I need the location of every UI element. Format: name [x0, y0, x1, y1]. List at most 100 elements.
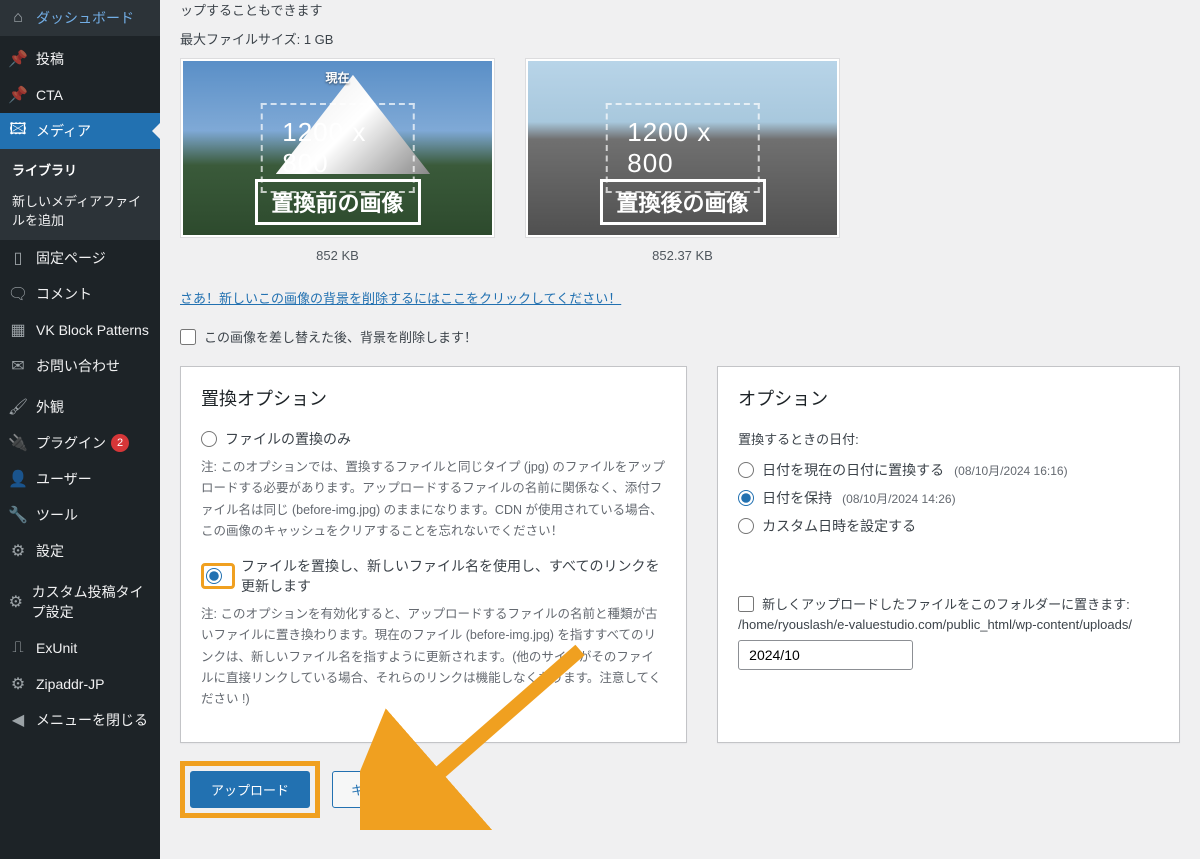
sidebar-item-pages[interactable]: ▯ 固定ページ	[0, 240, 160, 276]
page-icon: ▯	[8, 248, 28, 268]
user-icon: 👤	[8, 469, 28, 489]
replace-options-title: 置換オプション	[201, 385, 666, 411]
sidebar-item-label: Zipaddr-JP	[36, 676, 104, 692]
sidebar-item-label: メディア	[36, 121, 91, 141]
max-filesize: 最大ファイルサイズ: 1 GB	[180, 29, 1180, 48]
sidebar-item-contact[interactable]: ✉ お問い合わせ	[0, 348, 160, 384]
sidebar-item-comments[interactable]: 🗨 コメント	[0, 276, 160, 312]
sidebar-item-label: 固定ページ	[36, 248, 106, 268]
remove-bg-link[interactable]: さあ！新しいこの画像の背景を削除するにはここをクリックしてください！	[180, 288, 621, 307]
date-custom-radio[interactable]	[738, 518, 754, 534]
comment-icon: 🗨	[8, 284, 28, 304]
folder-checkbox[interactable]	[738, 596, 754, 612]
sidebar-item-posts[interactable]: 📌 投稿	[0, 41, 160, 77]
sidebar-item-label: プラグイン	[36, 433, 106, 453]
pin-icon: 📌	[8, 49, 28, 69]
date-keep-value: (08/10月/2024 14:26)	[842, 490, 955, 507]
options-title: オプション	[738, 385, 1159, 411]
date-custom-label: カスタム日時を設定する	[762, 516, 916, 536]
sidebar-submenu: ライブラリ 新しいメディアファイルを追加	[0, 149, 160, 240]
replace-only-radio[interactable]	[201, 431, 217, 447]
sidebar-item-cpt[interactable]: ⚙ カスタム投稿タイプ設定	[0, 574, 160, 630]
submenu-library[interactable]: ライブラリ	[0, 154, 160, 185]
sidebar-item-label: ExUnit	[36, 640, 77, 656]
sidebar-item-zipaddr[interactable]: ⚙ Zipaddr-JP	[0, 666, 160, 702]
cancel-button[interactable]: キャンセル	[332, 771, 435, 808]
pin-icon: 📌	[8, 85, 28, 105]
remove-bg-label: この画像を差し替えた後、背景を削除します！	[204, 327, 477, 346]
sidebar-item-label: メニューを閉じる	[36, 710, 148, 730]
sidebar-item-vk[interactable]: ▦ VK Block Patterns	[0, 312, 160, 348]
thumb-current-label: 現在	[325, 69, 349, 86]
thumb-filesize: 852.37 KB	[652, 248, 713, 263]
main-content: ップすることもできます 最大ファイルサイズ: 1 GB 現在 1200 x 80…	[160, 0, 1200, 859]
date-keep-label: 日付を保持	[762, 488, 832, 508]
gear-icon: ⚙	[8, 674, 28, 694]
sidebar-item-dashboard[interactable]: ⌂ ダッシュボード	[0, 0, 160, 36]
thumb-filesize: 852 KB	[316, 248, 359, 263]
sidebar-item-label: ユーザー	[36, 469, 92, 489]
sidebar-item-label: CTA	[36, 87, 63, 103]
thumb-before: 現在 1200 x 800 置換前の画像	[180, 58, 495, 238]
update-badge: 2	[111, 434, 129, 452]
sidebar-item-label: カスタム投稿タイプ設定	[32, 582, 152, 622]
date-replace-radio[interactable]	[738, 462, 754, 478]
highlight-box	[201, 563, 235, 589]
sidebar-item-label: お問い合わせ	[36, 356, 120, 376]
sidebar-item-appearance[interactable]: 🖌 外観	[0, 389, 160, 425]
gear-icon: ⚙	[8, 592, 24, 612]
intro-text: ップすることもできます	[180, 0, 1180, 19]
sidebar-item-label: 外観	[36, 397, 64, 417]
sidebar-item-label: 投稿	[36, 49, 64, 69]
dashboard-icon: ⌂	[8, 8, 28, 28]
sidebar-item-cta[interactable]: 📌 CTA	[0, 77, 160, 113]
folder-label: 新しくアップロードしたファイルをこのフォルダーに置きます:	[762, 594, 1130, 613]
replace-rename-note: 注: このオプションを有効化すると、アップロードするファイルの名前と種類が古いフ…	[201, 604, 666, 710]
folder-input[interactable]	[738, 640, 913, 670]
sidebar-item-exunit[interactable]: ⎍ ExUnit	[0, 630, 160, 666]
remove-bg-checkbox-row: この画像を差し替えた後、背景を削除します！	[180, 327, 1180, 346]
remove-bg-checkbox[interactable]	[180, 329, 196, 345]
brush-icon: 🖌	[8, 397, 28, 417]
replace-options-panel: 置換オプション ファイルの置換のみ 注: このオプションでは、置換するファイルと…	[180, 366, 687, 743]
media-icon: 🖾	[8, 121, 28, 141]
sidebar-item-settings[interactable]: ⚙ 設定	[0, 533, 160, 569]
date-replace-value: (08/10月/2024 16:16)	[954, 462, 1067, 479]
highlight-box: アップロード	[180, 761, 320, 818]
sidebar-item-collapse[interactable]: ◀メニューを閉じる	[0, 702, 160, 738]
thumb-after: 1200 x 800 置換後の画像	[525, 58, 840, 238]
thumb-before-col: 現在 1200 x 800 置換前の画像 852 KB	[180, 58, 495, 263]
sidebar-item-label: 設定	[36, 541, 64, 561]
thumbnails-row: 現在 1200 x 800 置換前の画像 852 KB 1200 x 800 置…	[180, 58, 1180, 263]
replace-rename-radio[interactable]	[206, 568, 222, 584]
form-actions: アップロード キャンセル	[180, 761, 1180, 818]
sidebar-item-label: ツール	[36, 505, 78, 525]
sliders-icon: ⚙	[8, 541, 28, 561]
sidebar-item-tools[interactable]: 🔧 ツール	[0, 497, 160, 533]
upload-button[interactable]: アップロード	[190, 771, 310, 808]
thumb-after-col: 1200 x 800 置換後の画像 852.37 KB	[525, 58, 840, 263]
sidebar-item-users[interactable]: 👤 ユーザー	[0, 461, 160, 497]
date-keep-radio[interactable]	[738, 490, 754, 506]
sidebar-item-media[interactable]: 🖾 メディア	[0, 113, 160, 149]
sidebar-item-label: コメント	[36, 284, 92, 304]
sidebar-item-label: VK Block Patterns	[36, 322, 149, 338]
plugin-icon: 🔌	[8, 433, 28, 453]
date-subhead: 置換するときの日付:	[738, 429, 1159, 448]
sidebar-item-plugins[interactable]: 🔌 プラグイン 2	[0, 425, 160, 461]
folder-path: /home/ryouslash/e-valuestudio.com/public…	[738, 617, 1159, 632]
exunit-icon: ⎍	[8, 638, 28, 658]
admin-sidebar: ⌂ ダッシュボード 📌 投稿 📌 CTA 🖾 メディア ライブラリ 新しいメディアファイ…	[0, 0, 160, 859]
replace-only-note: 注: このオプションでは、置換するファイルと同じタイプ (jpg) のファイルを…	[201, 457, 666, 542]
thumb-caption: 置換前の画像	[254, 179, 420, 225]
mail-icon: ✉	[8, 356, 28, 376]
date-replace-label: 日付を現在の日付に置換する	[762, 460, 944, 480]
submenu-add-new[interactable]: 新しいメディアファイルを追加	[0, 185, 160, 235]
grid-icon: ▦	[8, 320, 28, 340]
options-panel: オプション 置換するときの日付: 日付を現在の日付に置換する (08/10月/2…	[717, 366, 1180, 743]
replace-only-label: ファイルの置換のみ	[225, 429, 351, 449]
thumb-caption: 置換後の画像	[599, 179, 765, 225]
replace-rename-label: ファイルを置換し、新しいファイル名を使用し、すべてのリンクを更新します	[241, 556, 666, 596]
sidebar-item-label: ダッシュボード	[36, 8, 134, 28]
wrench-icon: 🔧	[8, 505, 28, 525]
